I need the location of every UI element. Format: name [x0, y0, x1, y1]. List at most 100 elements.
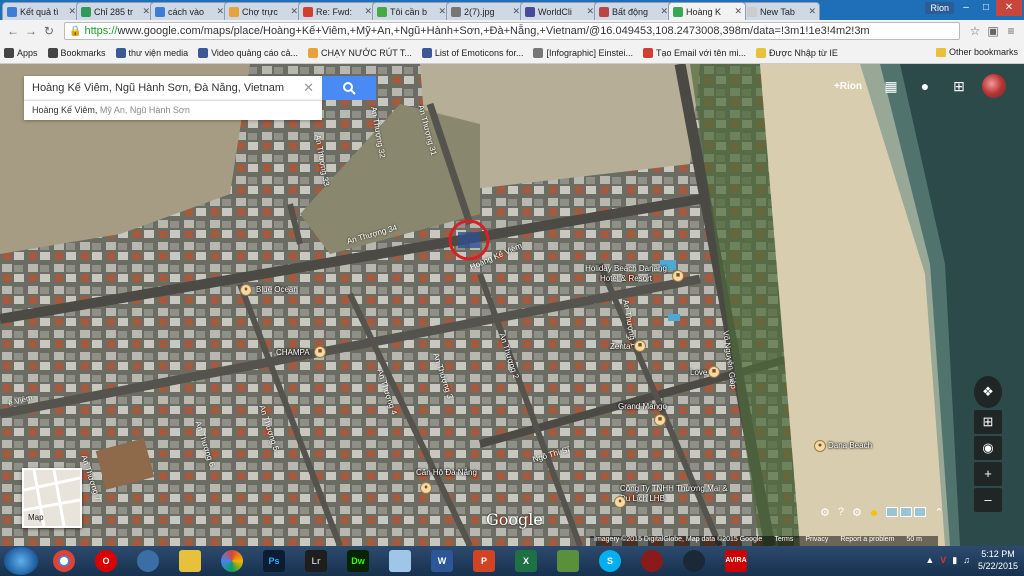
forward-icon[interactable]: →: [22, 24, 40, 38]
tab-close-icon[interactable]: ✕: [734, 6, 742, 17]
bookmark-item[interactable]: List of Emoticons for...: [421, 47, 523, 58]
hotel-pin-icon[interactable]: ■: [708, 366, 720, 378]
poi-label[interactable]: CHAMPA: [276, 348, 310, 357]
my-location-icon[interactable]: ◉: [974, 436, 1002, 460]
reload-icon[interactable]: ↻: [40, 24, 58, 38]
restaurant-pin-icon[interactable]: ♦: [240, 284, 252, 296]
browser-tab[interactable]: Hoàng K ✕: [668, 2, 746, 20]
hotel-pin-icon[interactable]: ■: [314, 346, 326, 358]
restaurant-pin-icon[interactable]: ♦: [614, 496, 626, 508]
attribution-link[interactable]: Report a problem: [840, 536, 894, 543]
tab-close-icon[interactable]: ✕: [438, 6, 446, 17]
poi-label[interactable]: Zenta: [610, 342, 630, 351]
attribution-link[interactable]: Terms: [774, 536, 793, 543]
back-icon[interactable]: ←: [4, 24, 22, 38]
hotel-pin-icon[interactable]: ■: [654, 414, 666, 426]
picasa-taskbar-icon[interactable]: [212, 548, 252, 574]
extension-icon[interactable]: ▣: [984, 24, 1002, 38]
attribution-link[interactable]: Privacy: [805, 536, 828, 543]
clock[interactable]: 5:12 PM 5/22/2015: [978, 548, 1018, 572]
other-bookmarks[interactable]: Other bookmarks: [935, 47, 1018, 57]
rotate-icon[interactable]: ⊞: [974, 410, 1002, 434]
restaurant-pin-icon[interactable]: ♦: [420, 482, 432, 494]
tab-close-icon[interactable]: ✕: [142, 6, 150, 17]
powerpoint-taskbar-icon[interactable]: P: [464, 548, 504, 574]
tab-close-icon[interactable]: ✕: [290, 6, 298, 17]
poi-label[interactable]: Blue Ocean: [256, 285, 298, 294]
compass-icon[interactable]: ❖: [974, 376, 1002, 408]
browser-tab[interactable]: Kết quả tì ✕: [2, 2, 80, 20]
bookmark-item[interactable]: Video quảng cáo cả...: [198, 47, 298, 58]
tab-close-icon[interactable]: ✕: [660, 6, 668, 17]
attribution-link[interactable]: 50 m: [906, 536, 922, 543]
search-button[interactable]: [322, 76, 376, 100]
share-plus-icon[interactable]: ⊞: [948, 78, 970, 95]
hotel-pin-icon[interactable]: ■: [634, 340, 646, 352]
apps-grid-icon[interactable]: ▦: [880, 78, 902, 95]
expand-chevron-icon[interactable]: ⌃: [934, 506, 943, 519]
menu-icon[interactable]: ≡: [1002, 24, 1020, 38]
dreamweaver-taskbar-icon[interactable]: Dw: [338, 548, 378, 574]
bookmark-item[interactable]: Tạo Email với tên mi...: [643, 47, 746, 58]
speedometer-taskbar-icon[interactable]: [128, 548, 168, 574]
browser-tab[interactable]: cách vào ✕: [150, 2, 228, 20]
bookmark-item[interactable]: Apps: [4, 47, 38, 58]
tab-close-icon[interactable]: ✕: [586, 6, 594, 17]
clear-search-icon[interactable]: ✕: [303, 80, 314, 96]
virtualbox-taskbar-icon[interactable]: [380, 548, 420, 574]
browser-tab[interactable]: Re: Fwd: ✕: [298, 2, 376, 20]
zoom-out-button[interactable]: –: [974, 488, 1002, 512]
word-taskbar-icon[interactable]: W: [422, 548, 462, 574]
bookmark-item[interactable]: [Infographic] Einstei...: [533, 47, 633, 58]
close-window-icon[interactable]: ✕: [996, 0, 1022, 16]
excel-taskbar-icon[interactable]: X: [506, 548, 546, 574]
tray-expand-icon[interactable]: ▲: [925, 555, 934, 565]
tab-close-icon[interactable]: ✕: [68, 6, 76, 17]
browser-tab[interactable]: New Tab ✕: [742, 2, 820, 20]
tab-close-icon[interactable]: ✕: [808, 6, 816, 17]
poi-label[interactable]: Holiday Beach Danang Hotel & Resort: [576, 264, 676, 284]
bookmark-star-icon[interactable]: ☆: [966, 24, 984, 38]
browser-tab[interactable]: WorldCli ✕: [520, 2, 598, 20]
hotel-pin-icon[interactable]: ■: [672, 270, 684, 282]
address-bar[interactable]: 🔒 https:// www.google.com/maps/place/Hoà…: [64, 22, 960, 40]
bookmark-item[interactable]: thư viện media: [115, 47, 188, 58]
tab-close-icon[interactable]: ✕: [364, 6, 372, 17]
steam-taskbar-icon[interactable]: [674, 548, 714, 574]
bookmark-item[interactable]: Được Nhập từ IE: [755, 47, 838, 58]
avira-taskbar-icon[interactable]: AVIRA: [716, 548, 756, 574]
search-input[interactable]: Hoàng Kế Viêm, Ngũ Hành Sơn, Đà Nẵng, Vi…: [32, 82, 303, 94]
place-pin-icon[interactable]: ●: [814, 440, 826, 452]
gear-icon[interactable]: ⚙: [852, 506, 862, 519]
volume-icon[interactable]: ♫: [963, 555, 970, 565]
bookmark-item[interactable]: Bookmarks: [47, 47, 106, 58]
notifications-icon[interactable]: ●: [914, 78, 936, 94]
bookmark-item[interactable]: CHẠY NƯỚC RÚT T...: [308, 47, 412, 58]
map-type-toggle[interactable]: Map: [22, 468, 82, 528]
imagery-thumbnails[interactable]: [886, 507, 927, 517]
poi-label[interactable]: Grand Mango: [618, 402, 667, 411]
avatar[interactable]: [982, 74, 1006, 98]
zoom-in-button[interactable]: +: [974, 462, 1002, 486]
search-suggestion[interactable]: Hoàng Kế Viêm, Mỹ An, Ngũ Hành Sơn: [24, 100, 322, 120]
lightroom-taskbar-icon[interactable]: Lr: [296, 548, 336, 574]
poi-label[interactable]: Căn Hộ Đà Nẵng: [416, 468, 477, 477]
network-icon[interactable]: ▮: [952, 555, 957, 566]
minimize-icon[interactable]: –: [956, 0, 976, 16]
browser-tab[interactable]: Chợ trực ✕: [224, 2, 302, 20]
explorer-taskbar-icon[interactable]: [170, 548, 210, 574]
game-taskbar-icon[interactable]: [632, 548, 672, 574]
chrome-taskbar-icon[interactable]: [44, 548, 84, 574]
plus-user-link[interactable]: +Rion: [834, 81, 862, 92]
poi-label[interactable]: Công Ty TNHH Thương Mại & Du Lịch LHB: [620, 484, 730, 504]
map-canvas[interactable]: Hoàng Kế Viêm, Ngũ Hành Sơn, Đà Nẵng, Vi…: [0, 64, 1024, 546]
start-button[interactable]: [4, 547, 38, 575]
browser-tab[interactable]: Tôi cần b ✕: [372, 2, 450, 20]
window-user-label[interactable]: Rion: [925, 2, 954, 14]
map-search-box[interactable]: Hoàng Kế Viêm, Ngũ Hành Sơn, Đà Nẵng, Vi…: [24, 76, 322, 100]
poi-label[interactable]: Dana Beach: [828, 441, 872, 450]
pegman-icon[interactable]: ●: [870, 504, 878, 520]
photoshop-taskbar-icon[interactable]: Ps: [254, 548, 294, 574]
skype-taskbar-icon[interactable]: S: [590, 548, 630, 574]
poi-label[interactable]: Love: [690, 368, 707, 377]
